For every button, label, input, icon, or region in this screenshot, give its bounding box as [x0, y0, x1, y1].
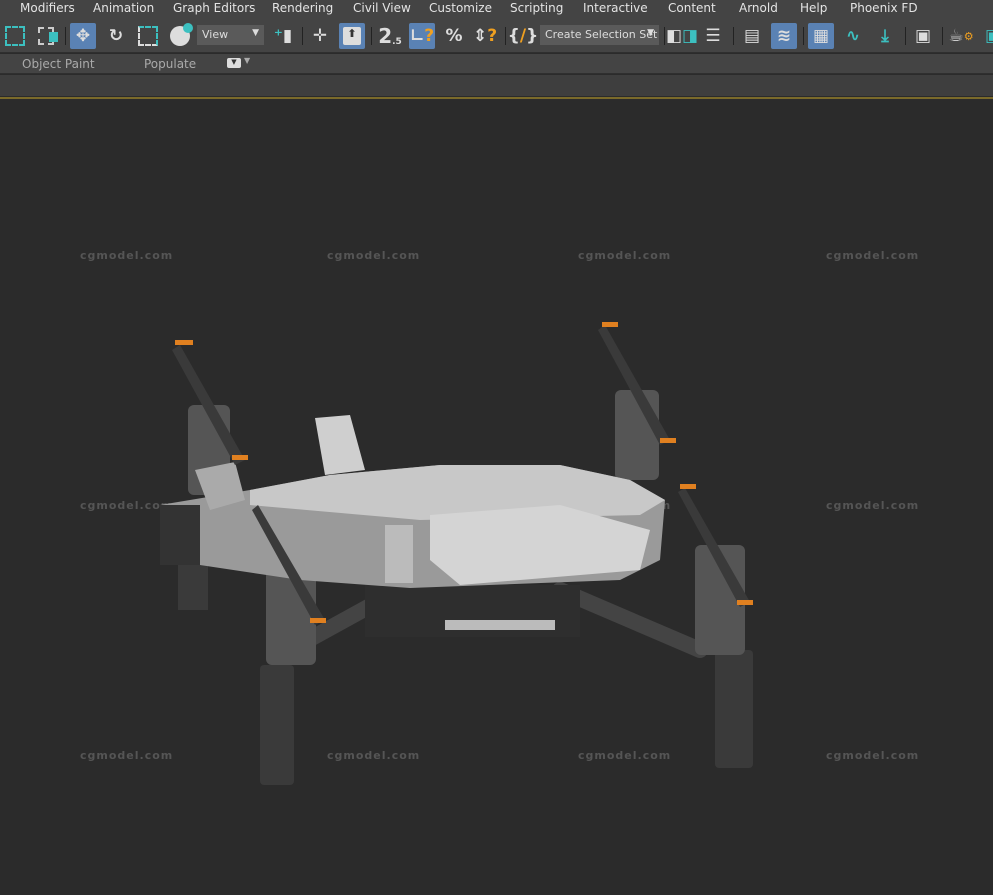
menu-bar: Modifiers Animation Graph Editors Render…	[0, 0, 993, 18]
main-toolbar: ✥ ↻ View ▼ ⁺ ▮ ✛ ⬆ 2.5 ∟? % ⇕? {/} Create …	[0, 18, 993, 53]
select-region-icon[interactable]	[2, 23, 28, 49]
menu-graph-editors[interactable]: Graph Editors	[173, 1, 255, 15]
menu-help[interactable]: Help	[800, 1, 827, 15]
percent-snap-icon[interactable]: %	[441, 23, 467, 49]
drone-leg	[260, 665, 294, 785]
motor	[615, 390, 659, 480]
menu-scripting[interactable]: Scripting	[510, 1, 563, 15]
snap-sub-label: .5	[392, 37, 402, 47]
snap-toggle-icon[interactable]: ⬆	[339, 23, 365, 49]
ribbon-tabs: Object Paint Populate ▼ ▼	[0, 54, 993, 74]
reference-coordinate-dropdown[interactable]: View ▼	[197, 25, 264, 45]
render-setup-icon[interactable]: ☕ ⚙	[948, 23, 974, 49]
tab-object-paint[interactable]: Object Paint	[22, 57, 95, 71]
dropdown-value: View	[202, 28, 229, 41]
menu-modifiers[interactable]: Modifiers	[20, 1, 75, 15]
curve-editor-icon[interactable]: ∿	[840, 23, 866, 49]
selection-set-dropdown[interactable]: Create Selection Set ▼	[540, 25, 659, 45]
move-icon[interactable]: ✥	[70, 23, 96, 49]
dropdown-value: Create Selection Set	[545, 28, 658, 41]
rendered-frame-icon[interactable]: ▣	[980, 23, 993, 49]
scene-explorer-icon[interactable]: ▤	[739, 23, 765, 49]
chevron-down-icon: ▼	[252, 28, 259, 38]
drone-leg	[715, 650, 753, 768]
mirror-icon[interactable]: ◧ ◨	[666, 23, 698, 49]
material-editor-icon[interactable]: ▣	[910, 23, 936, 49]
schematic-view-icon[interactable]: ⤓	[872, 23, 898, 49]
spinner-snap-icon[interactable]: ⇕?	[472, 23, 498, 49]
drone-model[interactable]	[0, 99, 993, 895]
ribbon-options-icon[interactable]: ▼	[227, 58, 241, 68]
snap-label: 2	[378, 24, 393, 48]
angle-snap-icon[interactable]: ∟?	[409, 23, 435, 49]
menu-animation[interactable]: Animation	[93, 1, 154, 15]
menu-interactive[interactable]: Interactive	[583, 1, 648, 15]
motor	[266, 570, 316, 665]
toggle-ribbon-icon[interactable]: ▦	[808, 23, 834, 49]
scale-icon[interactable]	[135, 23, 161, 49]
align-icon[interactable]: ☰	[700, 23, 726, 49]
chevron-down-icon[interactable]: ▼	[244, 56, 250, 65]
placement-icon[interactable]	[167, 23, 193, 49]
window-crossing-icon[interactable]	[33, 23, 59, 49]
menu-content[interactable]: Content	[668, 1, 716, 15]
chevron-down-icon: ▼	[647, 28, 654, 38]
tab-populate[interactable]: Populate	[144, 57, 196, 71]
keyboard-shortcut-icon[interactable]: ✛	[307, 23, 333, 49]
menu-civil-view[interactable]: Civil View	[353, 1, 411, 15]
snaps-toggle-button[interactable]: 2.5	[377, 23, 403, 49]
menu-arnold[interactable]: Arnold	[739, 1, 778, 15]
perspective-viewport[interactable]: cgmodel.com cgmodel.com cgmodel.com cgmodel…	[0, 99, 993, 895]
pivot-icon[interactable]: ⁺ ▮	[270, 23, 296, 49]
layer-explorer-icon[interactable]: ≋	[771, 23, 797, 49]
named-selection-icon[interactable]: {/}	[508, 23, 538, 49]
menu-phoenix-fd[interactable]: Phoenix FD	[850, 1, 918, 15]
menu-rendering[interactable]: Rendering	[272, 1, 333, 15]
rotate-icon[interactable]: ↻	[103, 23, 129, 49]
ribbon-panel	[0, 75, 993, 96]
menu-customize[interactable]: Customize	[429, 1, 492, 15]
